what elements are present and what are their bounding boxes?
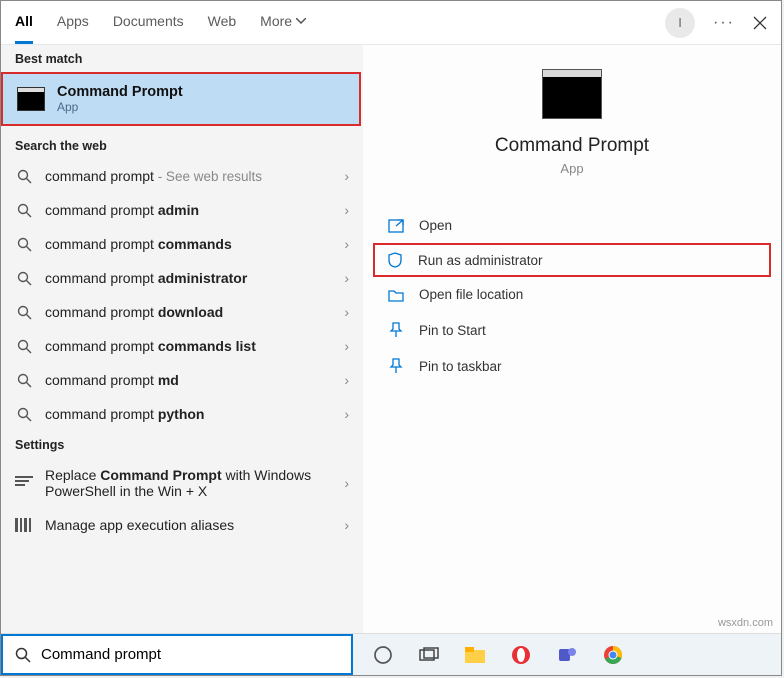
setting-replace-text: Replace Command Prompt with Windows Powe…	[45, 467, 332, 499]
web-result-text: command prompt commands list	[45, 338, 332, 354]
search-icon	[17, 407, 32, 422]
web-result-text: command prompt admin	[45, 202, 332, 218]
search-icon	[17, 169, 32, 184]
action-pin-taskbar[interactable]: Pin to taskbar	[373, 348, 771, 384]
section-best-match: Best match	[1, 45, 363, 72]
settings-icon	[15, 476, 33, 490]
search-icon	[17, 237, 32, 252]
shield-icon	[386, 252, 404, 268]
action-open-location[interactable]: Open file location	[373, 277, 771, 312]
best-match-result[interactable]: Command Prompt App	[1, 72, 361, 126]
search-icon	[17, 339, 32, 354]
action-pin-start-label: Pin to Start	[419, 323, 486, 338]
chrome-icon[interactable]	[601, 643, 625, 667]
command-prompt-icon	[542, 69, 602, 119]
pin-icon	[387, 322, 405, 338]
web-result[interactable]: command prompt admin ›	[1, 193, 363, 227]
tab-documents[interactable]: Documents	[113, 1, 184, 44]
web-result-text: command prompt commands	[45, 236, 332, 252]
task-view-icon[interactable]	[417, 643, 441, 667]
section-settings: Settings	[1, 431, 363, 458]
chevron-down-icon	[296, 18, 306, 24]
search-icon	[17, 271, 32, 286]
action-open-location-label: Open file location	[419, 287, 523, 302]
search-icon	[17, 305, 32, 320]
chevron-right-icon: ›	[344, 338, 349, 354]
action-pin-start[interactable]: Pin to Start	[373, 312, 771, 348]
file-explorer-icon[interactable]	[463, 643, 487, 667]
section-search-web: Search the web	[1, 132, 363, 159]
tab-apps[interactable]: Apps	[57, 1, 89, 44]
preview-panel: Command Prompt App Open Run as administr…	[363, 45, 781, 675]
action-open[interactable]: Open	[373, 208, 771, 243]
tab-more-label: More	[260, 13, 292, 29]
tab-more[interactable]: More	[260, 1, 306, 44]
web-result[interactable]: command prompt python ›	[1, 397, 363, 431]
web-result[interactable]: command prompt - See web results ›	[1, 159, 363, 193]
chevron-right-icon: ›	[344, 372, 349, 388]
command-prompt-icon	[17, 87, 45, 111]
best-match-title: Command Prompt	[57, 84, 183, 100]
chevron-right-icon: ›	[344, 236, 349, 252]
chevron-right-icon: ›	[344, 202, 349, 218]
action-pin-taskbar-label: Pin to taskbar	[419, 359, 502, 374]
action-run-admin[interactable]: Run as administrator	[373, 243, 771, 277]
pin-icon	[387, 358, 405, 374]
user-avatar[interactable]: I	[665, 8, 695, 38]
web-result-text: command prompt download	[45, 304, 332, 320]
aliases-icon	[15, 518, 33, 532]
teams-icon[interactable]	[555, 643, 579, 667]
cortana-icon[interactable]	[371, 643, 395, 667]
open-icon	[387, 219, 405, 233]
search-icon	[15, 647, 31, 663]
search-box[interactable]	[1, 634, 353, 675]
preview-subtitle: App	[560, 161, 583, 176]
web-result-text: command prompt - See web results	[45, 168, 332, 184]
search-input[interactable]	[41, 646, 339, 663]
web-result[interactable]: command prompt administrator ›	[1, 261, 363, 295]
setting-aliases[interactable]: Manage app execution aliases ›	[1, 508, 363, 542]
tab-all[interactable]: All	[15, 1, 33, 44]
web-result-text: command prompt administrator	[45, 270, 332, 286]
web-result[interactable]: command prompt download ›	[1, 295, 363, 329]
setting-aliases-text: Manage app execution aliases	[45, 517, 332, 533]
chevron-right-icon: ›	[344, 168, 349, 184]
close-icon	[753, 16, 767, 30]
best-match-subtitle: App	[57, 100, 183, 114]
close-button[interactable]	[753, 16, 767, 30]
opera-icon[interactable]	[509, 643, 533, 667]
chevron-right-icon: ›	[344, 304, 349, 320]
preview-title: Command Prompt	[495, 135, 649, 157]
results-panel: Best match Command Prompt App Search the…	[1, 45, 363, 675]
action-open-label: Open	[419, 218, 452, 233]
more-options-button[interactable]: ···	[713, 14, 735, 32]
chevron-right-icon: ›	[344, 406, 349, 422]
search-icon	[17, 373, 32, 388]
web-result-text: command prompt python	[45, 406, 332, 422]
chevron-right-icon: ›	[344, 270, 349, 286]
web-result[interactable]: command prompt commands ›	[1, 227, 363, 261]
tab-web[interactable]: Web	[208, 1, 237, 44]
web-result-text: command prompt md	[45, 372, 332, 388]
setting-replace-cmd[interactable]: Replace Command Prompt with Windows Powe…	[1, 458, 363, 508]
chevron-right-icon: ›	[344, 517, 349, 533]
web-result[interactable]: command prompt md ›	[1, 363, 363, 397]
web-result[interactable]: command prompt commands list ›	[1, 329, 363, 363]
taskbar	[1, 633, 781, 675]
search-icon	[17, 203, 32, 218]
action-run-admin-label: Run as administrator	[418, 253, 543, 268]
top-tab-bar: All Apps Documents Web More I ···	[1, 1, 781, 45]
chevron-right-icon: ›	[344, 475, 349, 491]
watermark: wsxdn.com	[718, 617, 773, 629]
folder-icon	[387, 288, 405, 302]
